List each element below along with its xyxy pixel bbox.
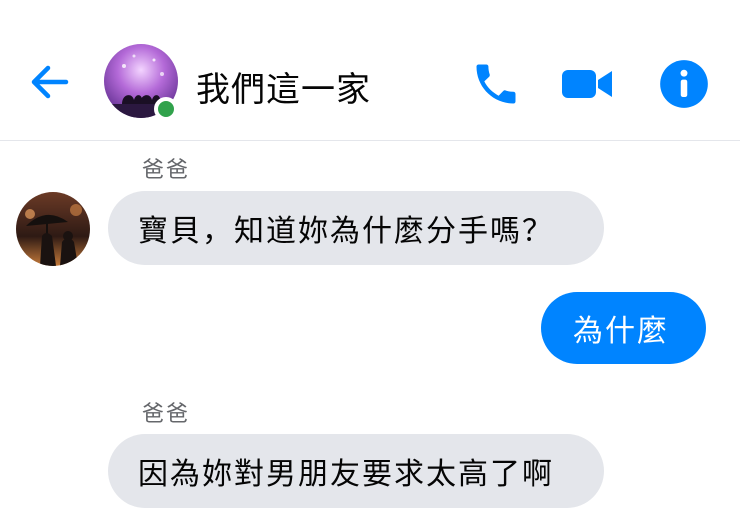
sender-name: 爸爸 — [142, 402, 191, 427]
message-bubble-incoming[interactable]: 因為妳對男朋友要求太高了啊 — [108, 434, 604, 508]
video-call-button[interactable] — [560, 58, 612, 110]
chat-header: 我們這一家 — [0, 0, 740, 141]
message-text: 因為妳對男朋友要求太高了啊 — [138, 457, 554, 492]
message-bubble-outgoing[interactable]: 為什麼 — [541, 292, 706, 364]
call-button[interactable] — [470, 58, 522, 110]
sender-avatar[interactable] — [16, 192, 90, 266]
message-text: 為什麼 — [573, 314, 669, 349]
online-status-dot — [154, 97, 178, 121]
info-button[interactable] — [658, 58, 710, 110]
back-button[interactable] — [26, 58, 74, 106]
message-text: 寶貝，知道妳為什麼分手嗎？ — [138, 214, 554, 249]
sender-name: 爸爸 — [142, 158, 191, 183]
video-camera-icon — [562, 70, 612, 98]
chat-title[interactable]: 我們這一家 — [196, 62, 371, 111]
info-icon — [660, 60, 708, 108]
phone-icon — [476, 64, 516, 104]
message-bubble-incoming[interactable]: 寶貝，知道妳為什麼分手嗎？ — [108, 191, 604, 265]
arrow-left-icon — [31, 65, 69, 99]
